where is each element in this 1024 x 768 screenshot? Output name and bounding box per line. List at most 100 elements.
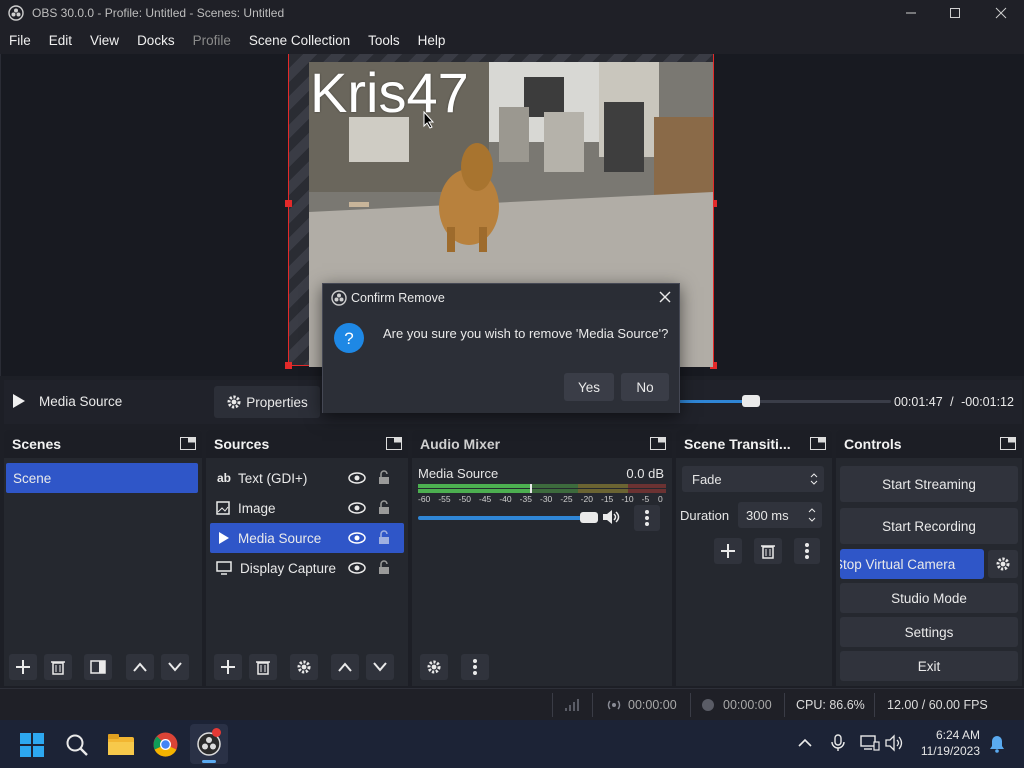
undock-icon[interactable] xyxy=(386,437,402,450)
menu-scene-collection[interactable]: Scene Collection xyxy=(240,33,359,48)
remove-scene-button[interactable] xyxy=(44,654,72,680)
exit-button[interactable]: Exit xyxy=(840,651,1018,681)
mixer-options-button[interactable] xyxy=(461,654,489,680)
unlock-icon[interactable] xyxy=(378,560,390,575)
no-button[interactable]: No xyxy=(621,373,669,401)
dialog-close-icon[interactable] xyxy=(659,291,671,303)
controls-header: Controls xyxy=(836,430,1022,458)
chevron-down-icon xyxy=(373,662,387,672)
eye-icon[interactable] xyxy=(348,472,366,484)
menu-view[interactable]: View xyxy=(81,33,128,48)
notification-bell-icon[interactable] xyxy=(989,735,1005,753)
network-monitor-icon[interactable] xyxy=(860,734,880,752)
remaining-time: -00:01:12 xyxy=(961,395,1014,409)
move-scene-up-button[interactable] xyxy=(126,654,154,680)
undock-icon[interactable] xyxy=(180,437,196,450)
search-icon[interactable] xyxy=(65,733,89,757)
menu-edit[interactable]: Edit xyxy=(40,33,81,48)
scene-item[interactable]: Scene xyxy=(6,463,198,493)
seek-thumb[interactable] xyxy=(742,395,761,407)
menu-profile[interactable]: Profile xyxy=(184,33,240,48)
file-explorer-icon[interactable] xyxy=(108,733,134,755)
menu-docks[interactable]: Docks xyxy=(128,33,184,48)
seek-progress xyxy=(679,400,752,403)
eye-icon[interactable] xyxy=(348,502,366,514)
undock-icon[interactable] xyxy=(810,437,826,450)
add-transition-button[interactable] xyxy=(714,538,742,564)
more-vertical-icon xyxy=(645,510,649,526)
trash-icon xyxy=(256,661,270,675)
source-properties-button[interactable] xyxy=(290,654,318,680)
meter-scale-tick: -25 xyxy=(560,494,573,504)
chevron-up-icon[interactable] xyxy=(798,737,812,749)
monitor-icon xyxy=(216,561,232,575)
trash-icon xyxy=(51,661,65,675)
source-item-label: Image xyxy=(238,500,276,516)
stop-virtual-camera-button[interactable]: Stop Virtual Camera xyxy=(840,549,984,579)
resize-handle[interactable] xyxy=(285,362,292,369)
unlock-icon[interactable] xyxy=(378,470,390,485)
microphone-icon[interactable] xyxy=(831,734,845,752)
spin-arrows-icon[interactable] xyxy=(808,507,816,523)
advanced-audio-button[interactable] xyxy=(420,654,448,680)
resize-handle[interactable] xyxy=(285,200,292,207)
title-bar: OBS 30.0.0 - Profile: Untitled - Scenes:… xyxy=(0,0,1024,26)
volume-icon[interactable] xyxy=(885,734,905,752)
duration-spinbox[interactable]: 300 ms xyxy=(738,502,822,528)
windows-taskbar: 6:24 AM 11/19/2023 xyxy=(0,720,1024,768)
play-icon[interactable] xyxy=(12,393,26,409)
eye-icon[interactable] xyxy=(348,532,366,544)
controls-title: Controls xyxy=(844,436,902,452)
unlock-icon[interactable] xyxy=(378,500,390,515)
obs-taskbar-button[interactable] xyxy=(190,724,228,764)
start-recording-button[interactable]: Start Recording xyxy=(840,508,1018,544)
more-vertical-icon xyxy=(473,659,477,675)
source-item-image[interactable]: Image xyxy=(210,493,404,523)
scene-item-label: Scene xyxy=(13,470,52,486)
menu-file[interactable]: File xyxy=(0,33,40,48)
close-button[interactable] xyxy=(978,0,1024,26)
source-item-text[interactable]: ab Text (GDI+) xyxy=(210,463,404,493)
settings-button[interactable]: Settings xyxy=(840,617,1018,647)
add-source-button[interactable] xyxy=(214,654,242,680)
filter-icon xyxy=(90,660,106,674)
yes-button[interactable]: Yes xyxy=(564,373,614,401)
menu-help[interactable]: Help xyxy=(409,33,455,48)
chevron-up-icon xyxy=(133,662,147,672)
transition-select[interactable]: Fade xyxy=(682,466,824,492)
move-source-up-button[interactable] xyxy=(331,654,359,680)
window-title: OBS 30.0.0 - Profile: Untitled - Scenes:… xyxy=(32,6,285,20)
move-source-down-button[interactable] xyxy=(366,654,394,680)
dialog-title: Confirm Remove xyxy=(351,291,445,305)
gear-icon xyxy=(297,660,311,674)
undock-icon[interactable] xyxy=(1000,437,1016,450)
remove-source-button[interactable] xyxy=(249,654,277,680)
chrome-icon[interactable] xyxy=(153,732,178,757)
volume-slider[interactable] xyxy=(418,512,598,523)
transition-properties-button[interactable] xyxy=(794,538,820,564)
start-streaming-button[interactable]: Start Streaming xyxy=(840,466,1018,502)
studio-mode-button[interactable]: Studio Mode xyxy=(840,583,1018,613)
properties-button[interactable]: Properties xyxy=(214,386,320,418)
transition-selected-value: Fade xyxy=(692,471,722,487)
system-clock[interactable]: 6:24 AM 11/19/2023 xyxy=(908,727,980,759)
seek-slider[interactable] xyxy=(679,395,891,407)
virtual-camera-config-button[interactable] xyxy=(988,550,1018,578)
unlock-icon[interactable] xyxy=(378,530,390,545)
mixer-menu-button[interactable] xyxy=(634,505,660,531)
remove-transition-button[interactable] xyxy=(754,538,782,564)
scene-filters-button[interactable] xyxy=(84,654,112,680)
move-scene-down-button[interactable] xyxy=(161,654,189,680)
eye-icon[interactable] xyxy=(348,562,366,574)
maximize-button[interactable] xyxy=(932,0,978,26)
clock-time: 6:24 AM xyxy=(935,728,980,742)
undock-icon[interactable] xyxy=(650,437,666,450)
menu-tools[interactable]: Tools xyxy=(359,33,409,48)
add-scene-button[interactable] xyxy=(9,654,37,680)
source-item-display-capture[interactable]: Display Capture xyxy=(210,553,404,583)
volume-slider-thumb[interactable] xyxy=(580,512,598,523)
source-item-media[interactable]: Media Source xyxy=(210,523,404,553)
windows-start-icon[interactable] xyxy=(20,733,44,757)
speaker-icon[interactable] xyxy=(602,509,620,525)
minimize-button[interactable] xyxy=(888,0,934,26)
